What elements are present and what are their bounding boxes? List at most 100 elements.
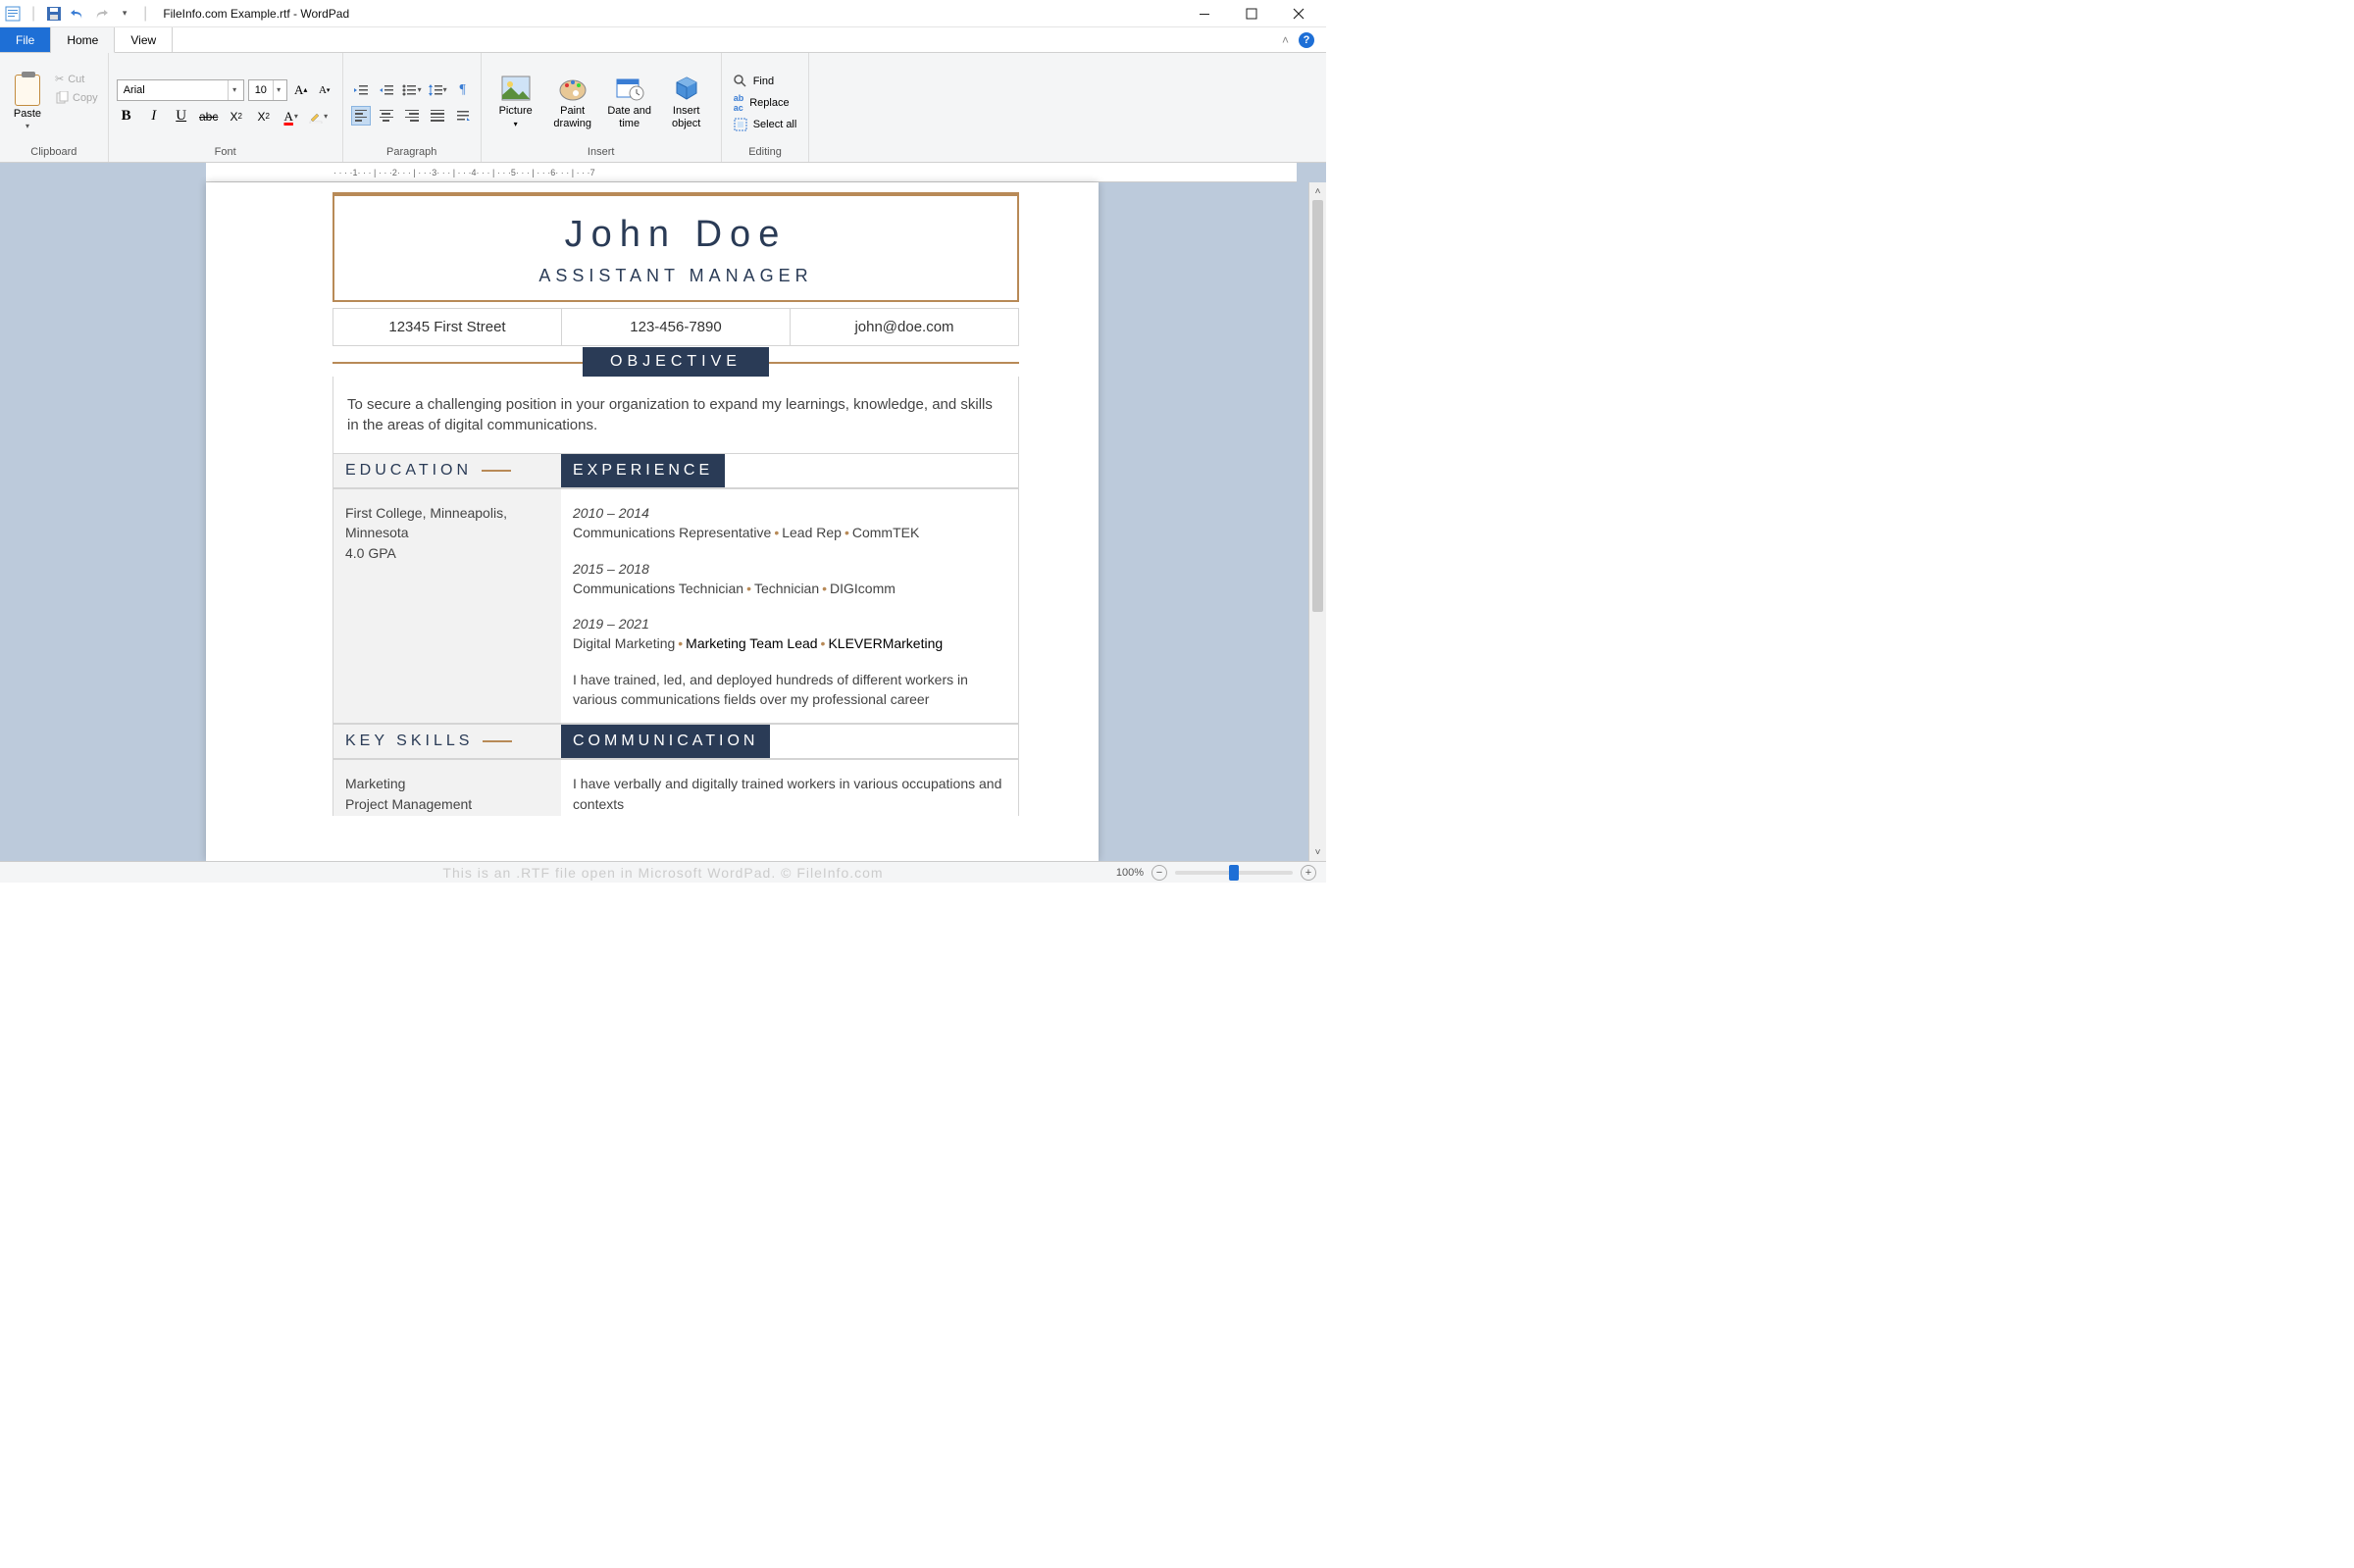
ribbon: Paste ▾ ✂ Cut Copy Clipboard (0, 53, 1326, 163)
select-all-button[interactable]: Select all (730, 117, 801, 132)
exp1-c: CommTEK (852, 525, 919, 540)
scroll-up-icon[interactable]: ˄ (1309, 182, 1326, 200)
insert-picture-button[interactable]: Picture▾ (489, 75, 542, 130)
object-icon (672, 75, 701, 102)
paragraph-dialog-button[interactable] (453, 106, 473, 126)
insert-datetime-button[interactable]: Date and time (603, 75, 656, 130)
highlight-button[interactable]: ▾ (309, 107, 329, 126)
communication-text: I have verbally and digitally trained wo… (561, 760, 1018, 816)
align-left-button[interactable] (351, 106, 371, 126)
resume-address: 12345 First Street (333, 309, 562, 345)
superscript-button[interactable]: X2 (254, 107, 274, 126)
close-button[interactable] (1285, 4, 1312, 24)
copy-button[interactable]: Copy (53, 89, 100, 107)
resume-phone: 123-456-7890 (562, 309, 791, 345)
vertical-scrollbar[interactable]: ˄ ˅ (1308, 182, 1326, 861)
exp2-b: Technician (754, 581, 819, 596)
picture-icon (501, 75, 531, 102)
minimize-button[interactable] (1191, 4, 1218, 24)
bullets-button[interactable]: ▾ (402, 80, 422, 100)
wordpad-icon[interactable] (4, 5, 22, 23)
paint-icon (558, 75, 588, 102)
copy-label: Copy (73, 92, 98, 104)
resume-header: John Doe ASSISTANT MANAGER (333, 192, 1019, 302)
replace-button[interactable]: abac Replace (730, 92, 801, 114)
align-center-button[interactable] (377, 106, 396, 126)
object-label: Insert object (660, 105, 713, 130)
font-size-value: 10 (255, 84, 267, 96)
chevron-down-icon: ▾ (324, 112, 328, 121)
chevron-down-icon: ▾ (273, 80, 284, 100)
undo-icon[interactable] (69, 5, 86, 23)
font-size-select[interactable]: 10 ▾ (248, 79, 287, 101)
edu-exp-body: First College, Minneapolis, Minnesota 4.… (333, 488, 1019, 724)
document-page[interactable]: John Doe ASSISTANT MANAGER 12345 First S… (206, 182, 1099, 861)
bold-button[interactable]: B (117, 107, 136, 126)
underline-button[interactable]: U (172, 107, 191, 126)
font-group-label: Font (117, 144, 334, 160)
paste-label: Paste (14, 108, 41, 120)
strikethrough-button[interactable]: abc (199, 107, 219, 126)
subscript-button[interactable]: X2 (227, 107, 246, 126)
objective-label: OBJECTIVE (583, 347, 769, 377)
font-family-select[interactable]: Arial ▾ (117, 79, 244, 101)
chevron-down-icon: ▾ (294, 112, 298, 121)
font-color-button[interactable]: A▾ (281, 107, 301, 126)
increase-indent-button[interactable] (377, 80, 396, 100)
collapse-ribbon-icon[interactable]: ˄ (1282, 33, 1289, 47)
chevron-down-icon: ▾ (443, 85, 447, 94)
paste-icon (15, 75, 40, 106)
help-icon[interactable]: ? (1299, 32, 1314, 48)
align-right-button[interactable] (402, 106, 422, 126)
scroll-down-icon[interactable]: ˅ (1309, 843, 1326, 861)
redo-icon[interactable] (92, 5, 110, 23)
save-icon[interactable] (45, 5, 63, 23)
decrease-indent-button[interactable] (351, 80, 371, 100)
ruler-4: 4 (472, 168, 477, 177)
align-justify-button[interactable] (428, 106, 447, 126)
tab-home[interactable]: Home (51, 27, 115, 53)
zoom-out-button[interactable]: − (1151, 865, 1167, 881)
find-label: Find (753, 76, 774, 87)
line-spacing-button[interactable]: ▾ (428, 80, 447, 100)
select-all-icon (734, 118, 747, 131)
keyskills-label: KEY SKILLS (345, 733, 473, 750)
italic-button[interactable]: I (144, 107, 164, 126)
maximize-button[interactable] (1238, 4, 1265, 24)
chevron-down-icon: ▾ (514, 120, 518, 128)
insert-object-button[interactable]: Insert object (660, 75, 713, 130)
skill-2: Project Management (345, 796, 472, 812)
group-insert: Picture▾ Paint drawing Date and time Ins… (482, 53, 722, 162)
experience-header: EXPERIENCE (561, 454, 725, 487)
zoom-slider-thumb[interactable] (1229, 865, 1239, 881)
datetime-label: Date and time (603, 105, 656, 130)
editing-group-label: Editing (730, 144, 801, 160)
paste-button[interactable]: Paste ▾ (8, 71, 47, 130)
group-clipboard: Paste ▾ ✂ Cut Copy Clipboard (0, 53, 109, 162)
zoom-slider[interactable] (1175, 871, 1293, 875)
tab-view[interactable]: View (115, 27, 173, 52)
status-bar: This is an .RTF file open in Microsoft W… (0, 861, 1326, 883)
paragraph-marks-button[interactable]: ¶ (453, 80, 473, 100)
tab-file[interactable]: File (0, 27, 51, 52)
skills-header: KEY SKILLS (333, 725, 561, 758)
find-button[interactable]: Find (730, 74, 801, 89)
edu-exp-row: EDUCATION EXPERIENCE (333, 454, 1019, 488)
exp3-role: Digital Marketing (573, 635, 675, 651)
shrink-font-button[interactable]: A▾ (315, 80, 334, 100)
clipboard-group-label: Clipboard (8, 144, 100, 160)
horizontal-ruler[interactable]: · · · · 1 · · · | · · · 2 · · · | · · · … (206, 163, 1297, 182)
exp2-date: 2015 – 2018 (573, 559, 1006, 579)
insert-paint-button[interactable]: Paint drawing (546, 75, 599, 130)
group-editing: Find abac Replace Select all Editing (722, 53, 810, 162)
exp1-date: 2010 – 2014 (573, 503, 1006, 523)
chevron-down-icon: ▾ (418, 85, 422, 94)
exp3-c: KLEVERMarketing (828, 635, 943, 651)
scroll-thumb[interactable] (1312, 200, 1323, 612)
zoom-in-button[interactable]: + (1301, 865, 1316, 881)
grow-font-button[interactable]: A▴ (291, 80, 311, 100)
qat-dropdown-icon[interactable]: ▾ (116, 5, 133, 23)
exp3-b: Marketing Team Lead (686, 635, 817, 651)
cut-button[interactable]: ✂ Cut (53, 71, 100, 87)
replace-label: Replace (749, 97, 789, 109)
